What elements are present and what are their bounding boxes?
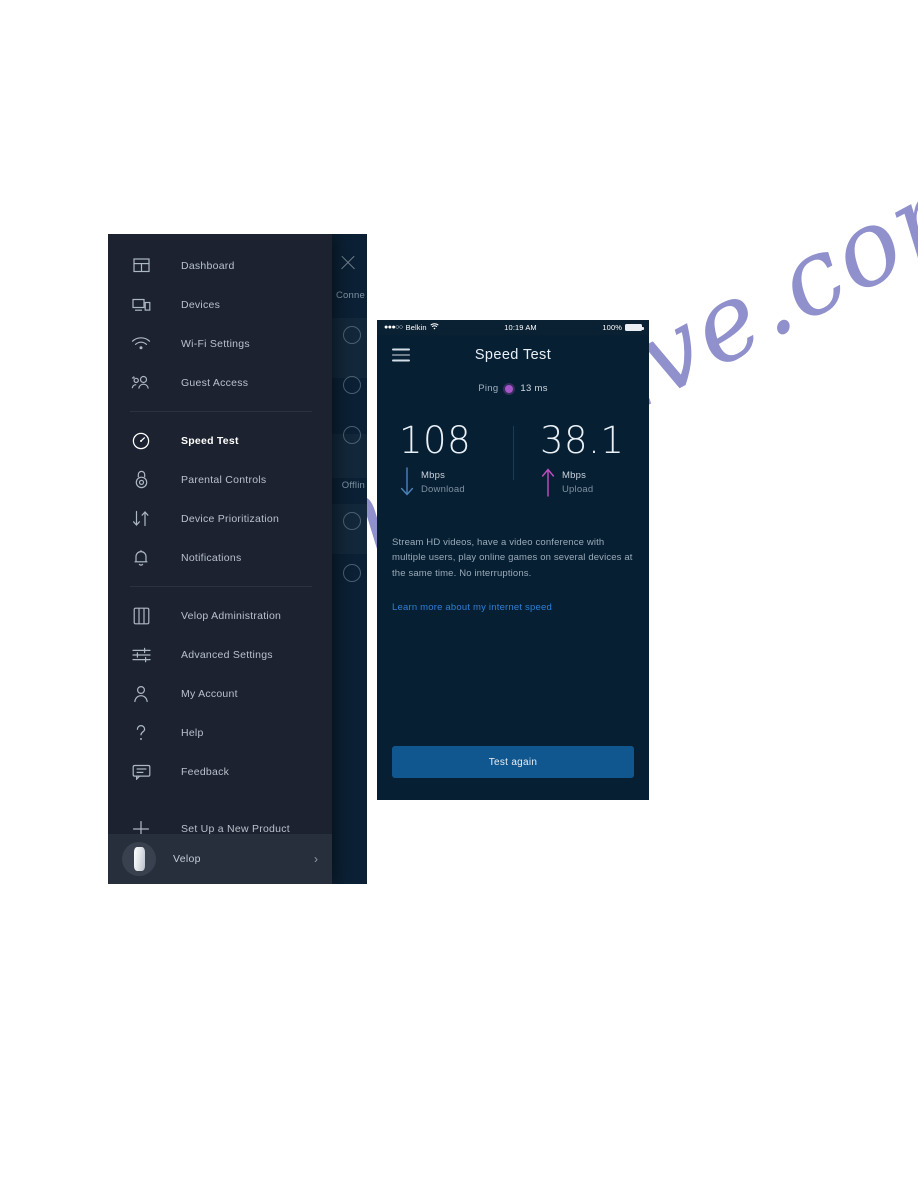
lock-icon (130, 469, 152, 491)
device-avatar-circle (343, 326, 361, 344)
learn-more-link[interactable]: Learn more about my internet speed (392, 602, 634, 613)
close-icon[interactable] (339, 254, 357, 272)
upload-direction: Upload (562, 483, 594, 495)
download-direction: Download (421, 483, 465, 495)
sidebar-item-label: Parental Controls (181, 473, 267, 486)
sidebar-item-help[interactable]: Help (108, 713, 332, 752)
battery-icon (625, 324, 644, 331)
sidebar-item-feedback[interactable]: Feedback (108, 752, 332, 791)
sidebar-item-speed-test[interactable]: Speed Test (108, 421, 332, 460)
clock-label: 10:19 AM (504, 323, 537, 332)
carrier-label: Belkin (405, 323, 427, 332)
arrow-up-icon (540, 467, 556, 497)
sidebar-item-wifi-settings[interactable]: Wi-Fi Settings (108, 324, 332, 363)
menu-list: Dashboard Devices Wi-Fi Settings Guest A… (108, 234, 332, 848)
page-title: Speed Test (474, 347, 552, 363)
navigation-drawer: Dashboard Devices Wi-Fi Settings Guest A… (108, 234, 332, 884)
ping-status-dot-icon (505, 384, 514, 393)
ping-value: 13 ms (520, 383, 548, 394)
wifi-icon (130, 333, 152, 355)
app-screenshot-panel: Conne Offlin Dashboard Devices Wi-Fi Set… (108, 234, 367, 884)
arrow-down-icon (399, 467, 415, 497)
question-icon (130, 722, 152, 744)
device-avatar-circle (343, 512, 361, 530)
sidebar-item-label: Advanced Settings (181, 648, 273, 661)
comment-icon (130, 761, 152, 783)
hamburger-menu-icon[interactable] (392, 348, 410, 362)
description-text: Stream HD videos, have a video conferenc… (392, 537, 633, 579)
dashboard-icon (130, 255, 152, 277)
upload-value: 38.1 (540, 419, 625, 462)
sidebar-item-parental-controls[interactable]: Parental Controls (108, 460, 332, 499)
status-bar: ●●●○○ Belkin 10:19 AM 100% (377, 320, 649, 335)
sidebar-item-label: Help (181, 726, 204, 739)
device-avatar-circle (343, 564, 361, 582)
upload-unit: Mbps (562, 469, 587, 481)
sidebar-item-notifications[interactable]: Notifications (108, 538, 332, 577)
avatar (122, 842, 156, 876)
sidebar-item-label: My Account (181, 687, 238, 700)
ping-row: Ping 13 ms (377, 383, 649, 394)
sidebar-item-guest-access[interactable]: Guest Access (108, 363, 332, 402)
connected-label: Conne (336, 290, 365, 301)
offline-label: Offlin (341, 480, 365, 491)
person-icon (130, 683, 152, 705)
ping-label: Ping (478, 383, 499, 394)
wifi-icon (430, 323, 439, 332)
arrows-updown-icon (130, 508, 152, 530)
velop-node-icon (130, 605, 152, 627)
download-result: 108 Mbps Download (377, 422, 508, 497)
sidebar-item-velop-administration[interactable]: Velop Administration (108, 596, 332, 635)
download-unit: Mbps (421, 469, 446, 481)
page-root: manualslive.com Conne Offlin (0, 0, 918, 1188)
phone-header: Speed Test (377, 335, 649, 375)
upload-result: 38.1 Mbps Upload (508, 422, 649, 497)
sidebar-item-label: Dashboard (181, 259, 235, 272)
device-avatar-circle (343, 376, 361, 394)
sidebar-item-dashboard[interactable]: Dashboard (108, 246, 332, 285)
battery-percent-label: 100% (602, 323, 622, 332)
sidebar-item-advanced-settings[interactable]: Advanced Settings (108, 635, 332, 674)
signal-strength-icon: ●●●○○ (384, 324, 403, 331)
menu-separator (130, 411, 312, 412)
velop-node-icon (133, 847, 145, 871)
sidebar-item-label: Device Prioritization (181, 512, 280, 525)
speed-results: 108 Mbps Download 38.1 Mbps Upload (377, 422, 649, 497)
chevron-right-icon[interactable]: › (314, 852, 318, 866)
sliders-icon (130, 644, 152, 666)
drawer-footer-velop[interactable]: Velop › (108, 834, 332, 884)
devices-icon (130, 294, 152, 316)
menu-separator (130, 586, 312, 587)
sidebar-item-my-account[interactable]: My Account (108, 674, 332, 713)
sidebar-item-device-prioritization[interactable]: Device Prioritization (108, 499, 332, 538)
sidebar-item-label: Guest Access (181, 376, 249, 389)
speedometer-icon (130, 430, 152, 452)
test-again-button[interactable]: Test again (392, 746, 634, 778)
sidebar-item-label: Set Up a New Product (181, 822, 290, 835)
sidebar-item-label: Devices (181, 298, 221, 311)
sidebar-item-devices[interactable]: Devices (108, 285, 332, 324)
phone-mockup: ●●●○○ Belkin 10:19 AM 100% Speed Test Pi… (377, 320, 649, 800)
sidebar-item-label: Notifications (181, 551, 242, 564)
bell-icon (130, 547, 152, 569)
sidebar-item-label: Feedback (181, 765, 230, 778)
sidebar-item-label: Wi-Fi Settings (181, 337, 250, 350)
sidebar-item-label: Speed Test (181, 434, 239, 447)
sidebar-item-label: Velop Administration (181, 609, 282, 622)
download-value: 108 (399, 419, 472, 462)
vertical-divider (513, 426, 514, 480)
guest-access-icon (130, 372, 152, 394)
device-avatar-circle (343, 426, 361, 444)
drawer-footer-label: Velop (173, 853, 201, 865)
